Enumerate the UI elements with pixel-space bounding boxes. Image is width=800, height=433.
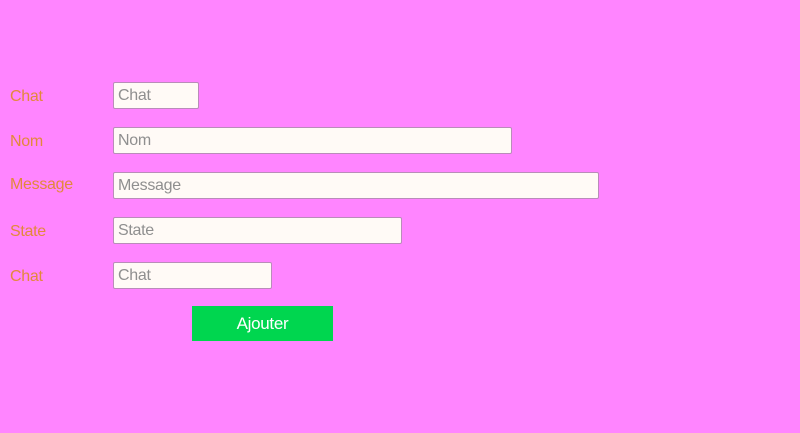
nom-input[interactable] [113, 127, 512, 154]
message-label: Message [10, 176, 73, 193]
chat-label: Chat [10, 88, 43, 105]
state-input[interactable] [113, 217, 402, 244]
chat-label-2: Chat [10, 268, 43, 285]
ajouter-button[interactable]: Ajouter [192, 306, 333, 341]
nom-label: Nom [10, 133, 43, 150]
message-input[interactable] [113, 172, 599, 199]
chat-input-2[interactable] [113, 262, 272, 289]
chat-input[interactable] [113, 82, 199, 109]
state-label: State [10, 223, 46, 240]
